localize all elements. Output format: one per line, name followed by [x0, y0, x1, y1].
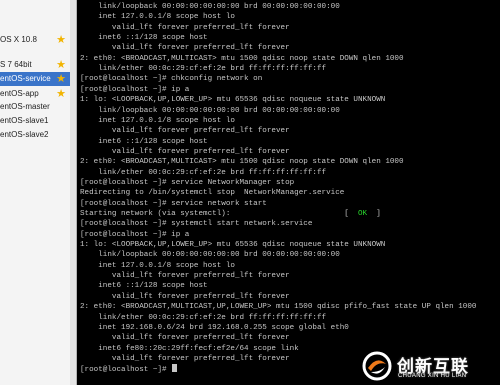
terminal-line-text: valid_lft forever preferred_lft forever [80, 354, 290, 363]
vm-list-item[interactable]: entOS-app ★ [0, 87, 76, 101]
terminal-line: [root@localhost ~]# service NetworkManag… [80, 178, 294, 188]
favorite-star-icon[interactable]: ★ [55, 58, 67, 72]
terminal-line-text: link/ether 00:0c:29:cf:ef:2e brd ff:ff:f… [80, 313, 327, 322]
terminal-line: inet6 ::1/128 scope host [80, 33, 208, 43]
status-ok-badge: OK [357, 210, 368, 218]
terminal-line: valid_lft forever preferred_lft forever [80, 354, 290, 364]
terminal-line: valid_lft forever preferred_lft forever [80, 333, 290, 343]
terminal-line-text: link/loopback 00:00:00:00:00:00 brd 00:0… [80, 106, 340, 115]
vm-list-item-label: entOS-app [0, 89, 39, 98]
terminal-line: valid_lft forever preferred_lft forever [80, 147, 290, 157]
terminal-line-text: Starting network (via systemctl): [ [80, 210, 358, 218]
terminal-line: Redirecting to /bin/systemctl stop Netwo… [80, 188, 344, 198]
vm-list-item[interactable]: S 7 64bit ★ [0, 58, 76, 72]
terminal-line: inet6 ::1/128 scope host [80, 281, 208, 291]
terminal-line: valid_lft forever preferred_lft forever [80, 23, 290, 33]
terminal-line: link/loopback 00:00:00:00:00:00 brd 00:0… [80, 2, 340, 12]
terminal-line: 2: eth0: <BROADCAST,MULTICAST> mtu 1500 … [80, 157, 404, 167]
favorite-star-icon[interactable]: ★ [55, 87, 67, 101]
favorite-star-icon[interactable]: ★ [55, 72, 67, 86]
terminal-line-text: inet6 fe80::20c:29ff:fecf:ef2e/64 scope … [80, 344, 299, 353]
terminal-line: valid_lft forever preferred_lft forever [80, 43, 290, 53]
terminal-line: link/loopback 00:00:00:00:00:00 brd 00:0… [80, 250, 340, 260]
terminal-line-text: [root@localhost ~]# service network star… [80, 199, 267, 208]
terminal-line-text: 1: lo: <LOOPBACK,UP,LOWER_UP> mtu 65536 … [80, 96, 386, 105]
terminal-line: [root@localhost ~]# ip a [80, 230, 189, 240]
terminal-line: [root@localhost ~]# service network star… [80, 199, 267, 209]
terminal-line: [root@localhost ~]# chkconfig network on [80, 74, 262, 84]
terminal-line-text: inet 127.0.0.1/8 scope host lo [80, 116, 235, 125]
terminal-line-text: link/ether 00:0c:29:cf:ef:2e brd ff:ff:f… [80, 65, 327, 74]
terminal-line-text: [root@localhost ~]# ip a [80, 230, 190, 239]
terminal-console[interactable]: link/loopback 00:00:00:00:00:00 brd 00:0… [77, 0, 500, 385]
terminal-line-text: inet6 ::1/128 scope host [80, 282, 208, 291]
terminal-line-text: 1: lo: <LOOPBACK,UP,LOWER_UP> mtu 65536 … [80, 241, 386, 250]
vm-list-item-label: entOS-service [0, 74, 51, 83]
terminal-line: valid_lft forever preferred_lft forever [80, 271, 290, 281]
favorite-star-icon[interactable]: ★ [55, 33, 67, 47]
terminal-line-text: 2: eth0: <BROADCAST,MULTICAST> mtu 1500 … [80, 158, 404, 167]
terminal-line: [root@localhost ~]# systemctl start netw… [80, 219, 312, 229]
terminal-line-text: 2: eth0: <BROADCAST,MULTICAST,UP,LOWER_U… [80, 303, 477, 312]
terminal-line: 2: eth0: <BROADCAST,MULTICAST,UP,LOWER_U… [80, 302, 476, 312]
terminal-line: link/ether 00:0c:29:cf:ef:2e brd ff:ff:f… [80, 313, 326, 323]
terminal-line: [root@localhost ~]# [80, 364, 178, 375]
watermark-subtitle: CHUANG XIN HU LIAN [398, 373, 467, 379]
terminal-cursor [172, 364, 178, 373]
terminal-line: link/loopback 00:00:00:00:00:00 brd 00:0… [80, 106, 340, 116]
terminal-line-text: 2: eth0: <BROADCAST,MULTICAST> mtu 1500 … [80, 54, 404, 63]
terminal-line: inet6 ::1/128 scope host [80, 137, 208, 147]
vm-list-item[interactable]: OS X 10.8 ★ [0, 33, 76, 47]
terminal-line-text: valid_lft forever preferred_lft forever [80, 292, 290, 301]
terminal-line: 1: lo: <LOOPBACK,UP,LOWER_UP> mtu 65536 … [80, 240, 385, 250]
terminal-line-text: valid_lft forever preferred_lft forever [80, 334, 290, 343]
terminal-line-text: valid_lft forever preferred_lft forever [80, 23, 290, 32]
terminal-line-text: valid_lft forever preferred_lft forever [80, 44, 290, 53]
terminal-line: 1: lo: <LOOPBACK,UP,LOWER_UP> mtu 65536 … [80, 95, 385, 105]
terminal-line-text: inet6 ::1/128 scope host [80, 137, 208, 146]
terminal-line-text: [root@localhost ~]# chkconfig network on [80, 75, 263, 84]
vm-list-item[interactable]: entOS-master [0, 100, 76, 114]
terminal-line-text: [root@localhost ~]# ip a [80, 85, 190, 94]
terminal-line: inet 127.0.0.1/8 scope host lo [80, 116, 235, 126]
terminal-line: inet 192.168.0.6/24 brd 192.168.0.255 sc… [80, 323, 349, 333]
vm-list-item-label: entOS-slave1 [0, 116, 49, 125]
terminal-line-text: link/loopback 00:00:00:00:00:00 brd 00:0… [80, 251, 340, 260]
terminal-line: link/ether 00:0c:29:cf:ef:2e brd ff:ff:f… [80, 64, 326, 74]
terminal-line: valid_lft forever preferred_lft forever [80, 292, 290, 302]
vm-list-item-label: entOS-master [0, 102, 50, 111]
vm-list-item-label: entOS-slave2 [0, 130, 49, 139]
terminal-line-text: link/ether 00:0c:29:cf:ef:2e brd ff:ff:f… [80, 168, 327, 177]
terminal-line-text: valid_lft forever preferred_lft forever [80, 147, 290, 156]
terminal-line-text: valid_lft forever preferred_lft forever [80, 272, 290, 281]
terminal-line-text: [root@localhost ~]# [80, 366, 172, 375]
terminal-line-text: [root@localhost ~]# service NetworkManag… [80, 178, 295, 187]
terminal-line-text: inet 127.0.0.1/8 scope host lo [80, 13, 235, 22]
terminal-line: valid_lft forever preferred_lft forever [80, 126, 290, 136]
terminal-line: link/ether 00:0c:29:cf:ef:2e brd ff:ff:f… [80, 168, 326, 178]
terminal-line-text: Redirecting to /bin/systemctl stop Netwo… [80, 189, 345, 198]
watermark-logo: 创新互联 CHUANG XIN HU LIAN [362, 349, 498, 383]
vm-list-item[interactable]: entOS-slave1 [0, 114, 76, 128]
terminal-line-text: inet 192.168.0.6/24 brd 192.168.0.255 sc… [80, 323, 349, 332]
terminal-line-text: valid_lft forever preferred_lft forever [80, 127, 290, 136]
terminal-line-text: inet 127.0.0.1/8 scope host lo [80, 261, 235, 270]
vm-list-panel: OS X 10.8 ★ S 7 64bit ★ entOS-service ★ entOS-… [0, 0, 76, 385]
terminal-line: inet 127.0.0.1/8 scope host lo [80, 261, 235, 271]
vm-list-item-label: S 7 64bit [0, 60, 32, 69]
vm-list-item[interactable]: entOS-service ★ [0, 72, 76, 86]
terminal-line: 2: eth0: <BROADCAST,MULTICAST> mtu 1500 … [80, 54, 404, 64]
terminal-line: [root@localhost ~]# ip a [80, 85, 189, 95]
swirl-logo-icon [362, 351, 392, 381]
terminal-line-text: link/loopback 00:00:00:00:00:00 brd 00:0… [80, 3, 340, 11]
terminal-line-text: ] [367, 210, 381, 218]
terminal-line: inet 127.0.0.1/8 scope host lo [80, 12, 235, 22]
vm-list-item[interactable]: entOS-slave2 [0, 128, 76, 142]
terminal-line: Starting network (via systemctl): [ OK ] [80, 209, 381, 219]
terminal-line-text: [root@localhost ~]# systemctl start netw… [80, 220, 313, 229]
terminal-line-text: inet6 ::1/128 scope host [80, 34, 208, 43]
terminal-line: inet6 fe80::20c:29ff:fecf:ef2e/64 scope … [80, 344, 299, 354]
vm-list-item-label: OS X 10.8 [0, 35, 37, 44]
